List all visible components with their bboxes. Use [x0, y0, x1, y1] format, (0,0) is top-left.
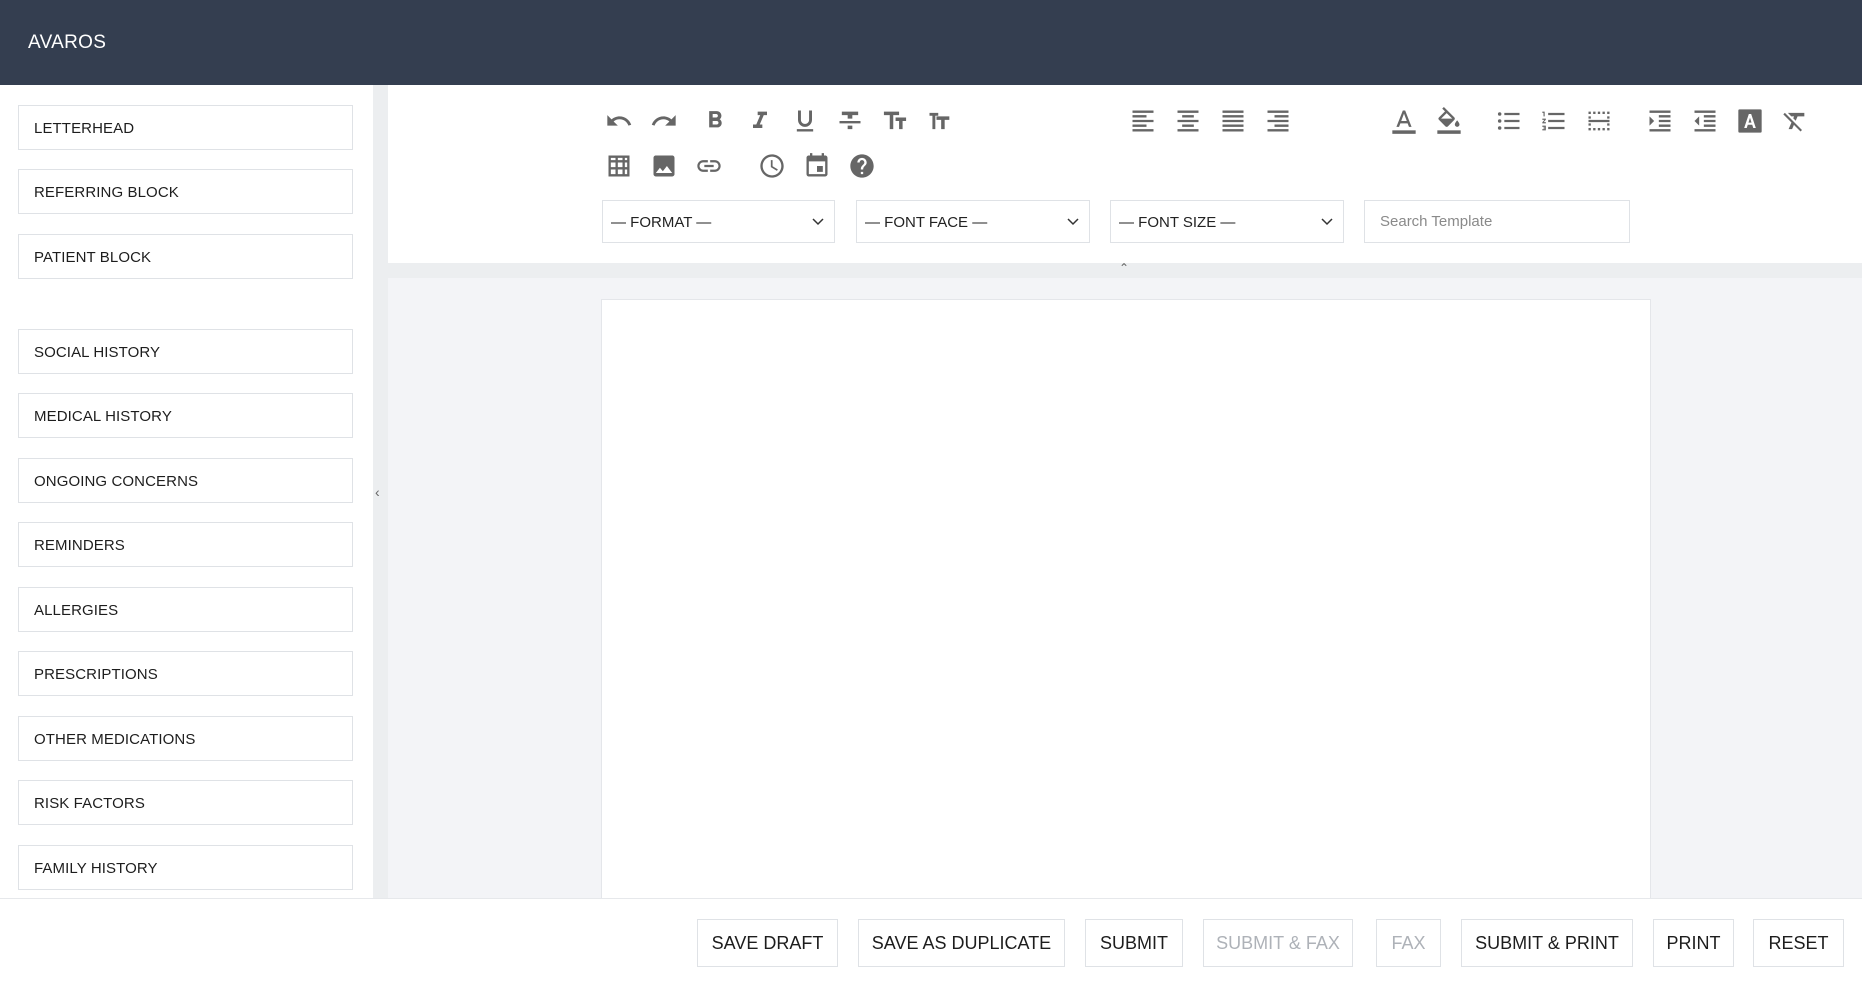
sidebar-item-risk-factors[interactable]: RISK FACTORS	[18, 780, 353, 825]
sidebar-item-allergies[interactable]: ALLERGIES	[18, 587, 353, 632]
font-size-dropdown[interactable]: — FONT SIZE —	[1110, 200, 1344, 243]
sidebar-item-letterhead[interactable]: LETTERHEAD	[18, 105, 353, 150]
font-face-dropdown-label: — FONT FACE —	[865, 214, 988, 231]
subscript-icon[interactable]	[923, 104, 957, 138]
align-left-icon[interactable]	[1126, 104, 1160, 138]
clear-format-icon[interactable]	[1778, 104, 1812, 138]
bold-icon[interactable]	[698, 104, 732, 138]
fax-button[interactable]: FAX	[1376, 919, 1441, 967]
numbered-list-icon[interactable]	[1537, 104, 1571, 138]
toolbar-collapse-bar[interactable]: ⌃	[388, 261, 1862, 278]
chevron-down-icon	[1067, 218, 1079, 226]
outdent-icon[interactable]	[1688, 104, 1722, 138]
editor-area	[388, 278, 1862, 898]
table-icon[interactable]	[602, 149, 636, 183]
sidebar-item-ongoing-concerns[interactable]: ONGOING CONCERNS	[18, 458, 353, 503]
submit-and-fax-button[interactable]: SUBMIT & FAX	[1203, 919, 1353, 967]
sidebar: LETTERHEAD REFERRING BLOCK PATIENT BLOCK…	[0, 85, 373, 898]
save-as-duplicate-button[interactable]: SAVE AS DUPLICATE	[858, 919, 1065, 967]
horizontal-rule-icon[interactable]	[1582, 104, 1616, 138]
font-color-icon[interactable]	[1387, 104, 1421, 138]
italic-icon[interactable]	[743, 104, 777, 138]
chevron-down-icon	[812, 218, 824, 226]
undo-icon[interactable]	[602, 104, 636, 138]
chevron-down-icon	[1321, 218, 1333, 226]
print-button[interactable]: PRINT	[1653, 919, 1734, 967]
submit-button[interactable]: SUBMIT	[1085, 919, 1183, 967]
link-icon[interactable]	[692, 149, 726, 183]
strikethrough-icon[interactable]	[833, 104, 867, 138]
redo-icon[interactable]	[647, 104, 681, 138]
text-style-icon[interactable]	[1733, 104, 1767, 138]
indent-icon[interactable]	[1643, 104, 1677, 138]
collapse-sidebar-icon[interactable]: ‹	[375, 484, 380, 500]
align-center-icon[interactable]	[1171, 104, 1205, 138]
align-justify-icon[interactable]	[1216, 104, 1250, 138]
sidebar-item-prescriptions[interactable]: PRESCRIPTIONS	[18, 651, 353, 696]
save-draft-button[interactable]: SAVE DRAFT	[697, 919, 838, 967]
align-right-icon[interactable]	[1261, 104, 1295, 138]
sidebar-item-medical-history[interactable]: MEDICAL HISTORY	[18, 393, 353, 438]
help-icon[interactable]	[845, 149, 879, 183]
image-icon[interactable]	[647, 149, 681, 183]
underline-icon[interactable]	[788, 104, 822, 138]
app-title: AVAROS	[28, 32, 107, 53]
sidebar-item-family-history[interactable]: FAMILY HISTORY	[18, 845, 353, 890]
calendar-icon[interactable]	[800, 149, 834, 183]
bulleted-list-icon[interactable]	[1492, 104, 1526, 138]
document-editor-page[interactable]	[601, 299, 1651, 898]
chevron-up-icon[interactable]: ⌃	[1119, 261, 1129, 275]
reset-button[interactable]: RESET	[1753, 919, 1844, 967]
submit-and-print-button[interactable]: SUBMIT & PRINT	[1461, 919, 1633, 967]
sidebar-item-social-history[interactable]: SOCIAL HISTORY	[18, 329, 353, 374]
superscript-icon[interactable]	[878, 104, 912, 138]
action-footer: SAVE DRAFT SAVE AS DUPLICATE SUBMIT SUBM…	[0, 898, 1862, 982]
sidebar-item-patient-block[interactable]: PATIENT BLOCK	[18, 234, 353, 279]
app-header: AVAROS	[0, 0, 1862, 85]
format-dropdown[interactable]: — FORMAT —	[602, 200, 835, 243]
sidebar-item-referring-block[interactable]: REFERRING BLOCK	[18, 169, 353, 214]
font-face-dropdown[interactable]: — FONT FACE —	[856, 200, 1090, 243]
background-color-icon[interactable]	[1432, 104, 1466, 138]
format-dropdown-label: — FORMAT —	[611, 214, 712, 231]
sidebar-item-other-medications[interactable]: OTHER MEDICATIONS	[18, 716, 353, 761]
search-template-input[interactable]	[1364, 200, 1630, 243]
sidebar-item-reminders[interactable]: REMINDERS	[18, 522, 353, 567]
font-size-dropdown-label: — FONT SIZE —	[1119, 214, 1236, 231]
time-icon[interactable]	[755, 149, 789, 183]
